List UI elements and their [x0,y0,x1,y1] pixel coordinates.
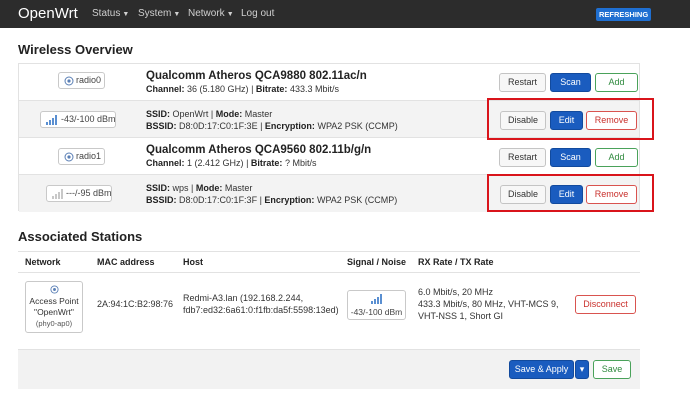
nav-network-label: Network [188,8,225,19]
refreshing-badge[interactable]: REFRESHING [596,8,652,21]
channel-value: 1 (2.412 GHz) [187,158,244,168]
bitrate-value: 433.3 Mbit/s [289,84,339,94]
signal-empty-icon [52,189,63,199]
header-divider [18,272,640,273]
encryption-label: Encryption: [264,121,315,131]
bssid-label: BSSID: [146,121,177,131]
bssid-line: BSSID: D8:0D:17:C0:1F:3E | Encryption: W… [146,121,398,131]
col-rates: RX Rate / TX Rate [418,257,494,267]
save-apply-dropdown[interactable]: ▾ [575,360,589,379]
nav-network-menu[interactable]: Network ▼ [188,8,234,19]
highlight-box [487,98,654,140]
nav-status-label: Status [92,8,121,19]
nav-logout-link[interactable]: Log out [241,8,274,19]
bitrate-label: Bitrate: [250,158,283,168]
scan-button[interactable]: Scan [550,148,591,167]
bssid-value: D8:0D:17:C0:1F:3E [179,121,258,131]
wireless-overview-title: Wireless Overview [18,42,133,57]
encryption-value: WPA2 PSK (CCMP) [316,195,398,205]
scan-button[interactable]: Scan [550,73,591,92]
save-apply-button[interactable]: Save & Apply [509,360,574,379]
signal-badge: ---/-95 dBm [46,185,112,202]
radio0-device-info: Channel: 36 (5.180 GHz) | Bitrate: 433.3… [146,84,339,94]
bssid-line: BSSID: D8:0D:17:C0:1F:3F | Encryption: W… [146,195,398,205]
nav-status-menu[interactable]: Status ▼ [92,8,129,19]
mode-value: Master [244,109,273,119]
station-signal-badge: -43/-100 dBm [347,290,406,320]
radio1-name: radio1 [76,151,102,161]
tx-rate-line2: VHT-NSS 1, Short GI [418,311,504,321]
bssid-value: D8:0D:17:C0:1F:3F [179,195,258,205]
host-line2: fdb7:ed32:6a61:0:f1fb:da5f:5598:13ed) [183,305,339,315]
mode-value: Master [224,183,253,193]
nav-system-menu[interactable]: System ▼ [138,8,180,19]
wifi-radio-icon [50,285,59,294]
channel-label: Channel: [146,158,185,168]
ssid-line: SSID: OpenWrt | Mode: Master [146,109,273,119]
network-ap-label: Access Point [29,296,79,306]
channel-value: 36 (5.180 GHz) [187,84,249,94]
channel-label: Channel: [146,84,185,94]
ssid-value: wps [172,183,189,193]
brand-logo[interactable]: OpenWrt [18,5,78,22]
wifi-radio-icon [64,76,74,86]
add-button[interactable]: Add [595,73,638,92]
col-network: Network [25,257,61,267]
network-iface: (phy0-ap0) [35,319,73,328]
ssid-label: SSID: [146,183,171,193]
stations-table: Network MAC address Host Signal / Noise … [18,251,640,349]
radio1-device-title: Qualcomm Atheros QCA9560 802.11b/g/n [146,144,372,156]
bssid-label: BSSID: [146,195,177,205]
chevron-down-icon: ▼ [173,11,181,18]
radio0-row: radio0 Qualcomm Atheros QCA9880 802.11ac… [19,64,639,101]
radio1-row: radio1 Qualcomm Atheros QCA9560 802.11b/… [19,138,639,175]
mode-label: Mode: [195,183,223,193]
radio0-name: radio0 [76,75,102,85]
ssid-label: SSID: [146,109,171,119]
restart-button[interactable]: Restart [499,73,546,92]
chevron-down-icon: ▼ [122,11,130,18]
signal-bars-icon [46,115,57,125]
associated-stations-title: Associated Stations [18,229,143,244]
radio0-device-title: Qualcomm Atheros QCA9880 802.11ac/n [146,70,367,82]
highlight-box [487,174,654,212]
col-host: Host [183,257,203,267]
encryption-value: WPA2 PSK (CCMP) [317,121,398,131]
form-actions-bar: Save & Apply ▾ Save [18,349,640,389]
bitrate-value: ? Mbit/s [284,158,317,168]
ssid-line: SSID: wps | Mode: Master [146,183,253,193]
radio0-badge: radio0 [58,72,105,89]
rx-rate: 6.0 Mbit/s, 20 MHz [418,287,494,297]
save-button[interactable]: Save [593,360,631,379]
mode-label: Mode: [215,109,243,119]
wifi-radio-icon [64,152,74,162]
chevron-down-icon: ▼ [226,11,234,18]
disconnect-button[interactable]: Disconnect [575,295,636,314]
col-mac: MAC address [97,257,155,267]
tx-rate-line1: 433.3 Mbit/s, 80 MHz, VHT-MCS 9, [418,299,559,309]
signal-bars-icon [371,294,382,304]
mac-address: 2A:94:1C:B2:98:76 [97,299,174,309]
restart-button[interactable]: Restart [499,148,546,167]
radio1-device-info: Channel: 1 (2.412 GHz) | Bitrate: ? Mbit… [146,158,317,168]
station-signal-value: -43/-100 dBm [350,307,403,317]
encryption-label: Encryption: [264,195,315,205]
nav-system-label: System [138,8,172,19]
signal-value: ---/-95 dBm [66,188,112,198]
signal-value: -43/-100 dBm [61,114,116,124]
radio1-badge: radio1 [58,148,105,165]
ssid-value: OpenWrt [172,109,209,119]
host-line1: Redmi-A3.lan (192.168.2.244, [183,293,304,303]
add-button[interactable]: Add [595,148,638,167]
network-badge: Access Point "OpenWrt" (phy0-ap0) [25,281,83,333]
bitrate-label: Bitrate: [255,84,288,94]
signal-badge: -43/-100 dBm [40,111,116,128]
network-ssid: "OpenWrt" [34,307,74,317]
col-signal: Signal / Noise [347,257,407,267]
top-navbar: OpenWrt Status ▼ System ▼ Network ▼ Log out… [0,0,690,28]
